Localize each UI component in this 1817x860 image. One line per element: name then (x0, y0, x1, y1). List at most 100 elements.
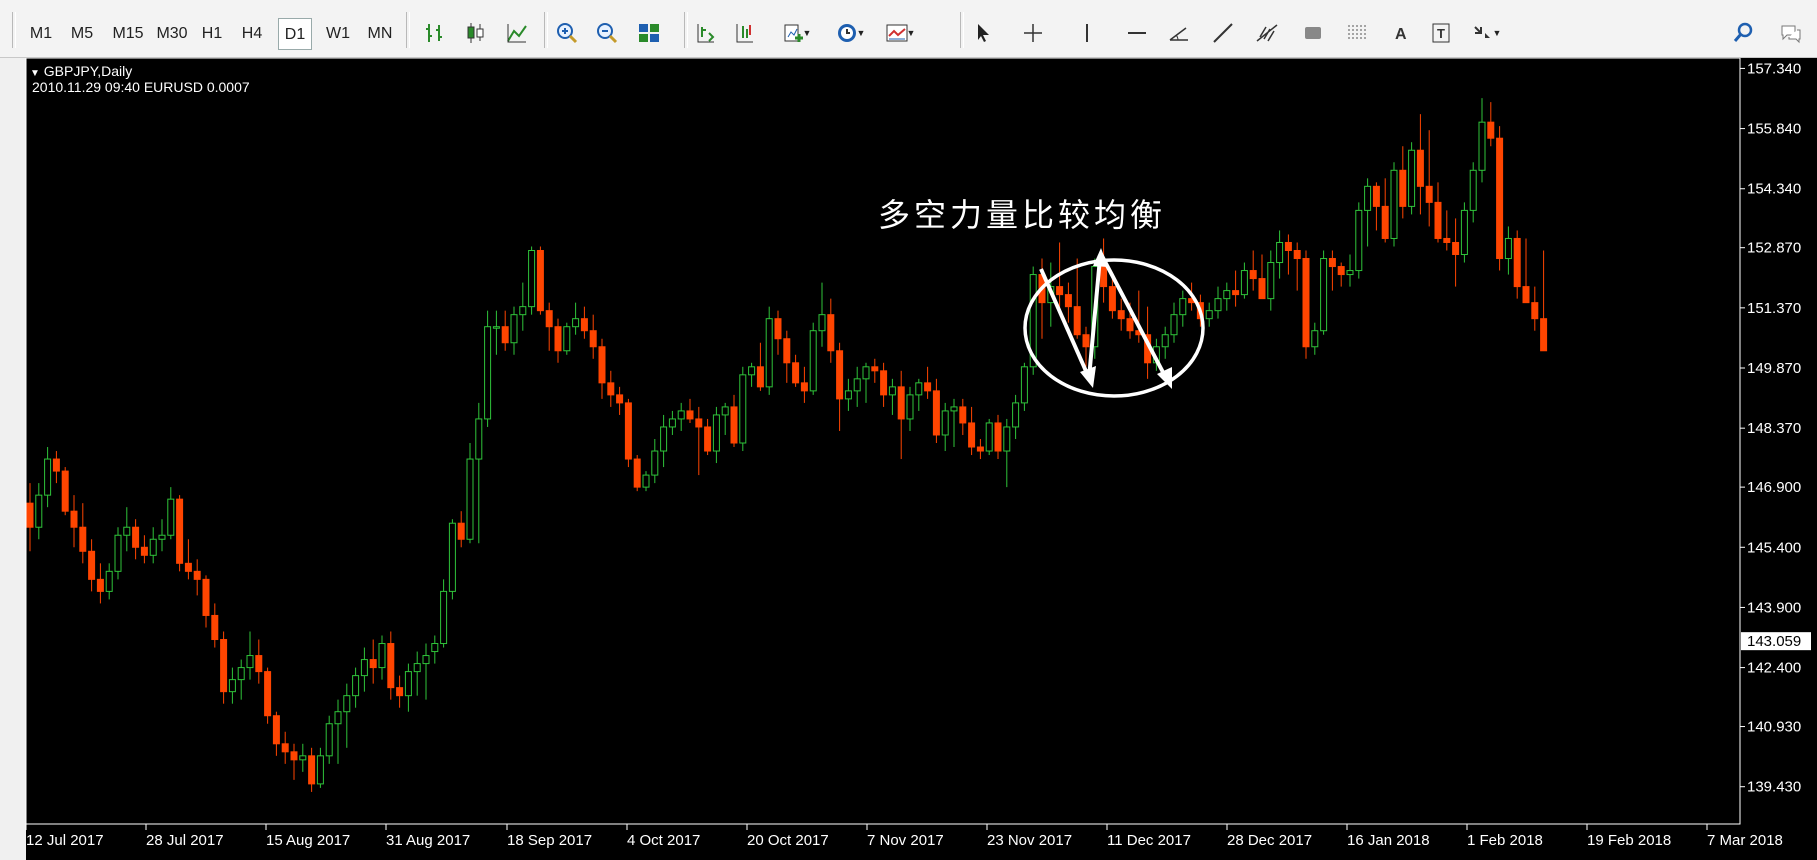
candle-bear (1496, 137, 1504, 260)
candle-bull (35, 494, 43, 528)
fibonacci-fan-icon[interactable] (1340, 16, 1374, 50)
candle-bull (1390, 169, 1398, 239)
timeframe-w1-button[interactable]: W1 (320, 18, 356, 50)
candle-bull (1478, 121, 1486, 171)
toolbar-separator (406, 12, 410, 48)
text-label-icon[interactable]: T (1424, 16, 1458, 50)
candle-bull (1469, 169, 1477, 211)
dropdown-arrow-icon[interactable]: ▼ (906, 16, 916, 50)
candle-bear (255, 655, 263, 673)
candle-bull (413, 663, 421, 673)
autoscroll-icon[interactable] (728, 16, 762, 50)
candle-bull (677, 410, 685, 420)
dropdown-arrow-icon[interactable]: ▼ (1492, 16, 1502, 50)
y-tick-label: 151.370 (1747, 300, 1801, 317)
timeframe-m1-button[interactable]: M1 (22, 18, 60, 50)
candle-bear (624, 402, 632, 460)
bar-chart-icon[interactable] (418, 16, 452, 50)
plot-background (26, 58, 1740, 824)
text-icon[interactable]: A (1384, 16, 1418, 50)
candle-bull (862, 366, 870, 380)
candle-bull (563, 326, 571, 352)
timeframe-m30-button[interactable]: M30 (150, 18, 194, 50)
candle-bull (440, 590, 448, 645)
candle-bull (334, 711, 342, 725)
candle-bull (1346, 270, 1354, 276)
candlestick-icon[interactable] (458, 16, 492, 50)
candle-bear (308, 755, 316, 785)
candle-bull (1408, 149, 1416, 207)
timeframe-d1-button[interactable]: D1 (278, 18, 312, 50)
candle-bear (932, 390, 940, 436)
timeframe-h1-button[interactable]: H1 (194, 18, 230, 50)
candle-bear (827, 314, 835, 352)
chart-area[interactable]: 157.340 155.840 154.340 152.870 151.370 149.8… (0, 58, 1817, 860)
timeframe-m15-button[interactable]: M15 (106, 18, 150, 50)
candle-bear (783, 338, 791, 364)
candle-bear (774, 318, 782, 340)
timeframe-m5-button[interactable]: M5 (63, 18, 101, 50)
y-tick-label: 146.900 (1747, 479, 1801, 496)
candle-bear (202, 578, 210, 616)
chat-icon[interactable] (1774, 16, 1808, 50)
candle-bull (985, 422, 993, 452)
candle-bear (1540, 318, 1548, 352)
x-tick-label: 31 Aug 2017 (386, 832, 470, 849)
x-tick-label: 20 Oct 2017 (747, 832, 829, 849)
cursor-icon[interactable] (966, 16, 1000, 50)
chart-symbol-label[interactable]: ▼ GBPJPY,Daily (30, 63, 132, 79)
trendline-angle-icon[interactable] (1162, 16, 1196, 50)
vertical-line-icon[interactable] (1070, 16, 1104, 50)
zoom-out-icon[interactable] (590, 16, 624, 50)
candle-bear (897, 386, 905, 420)
candle-bull (1267, 262, 1275, 300)
fibonacci-icon[interactable] (1250, 16, 1284, 50)
candle-bear (1452, 241, 1460, 256)
candle-bear (264, 671, 272, 717)
candle-bear (686, 410, 694, 420)
candle-bear (1232, 290, 1240, 296)
candle-bull (1170, 314, 1178, 336)
timeframe-mn-button[interactable]: MN (362, 18, 398, 50)
dropdown-arrow-icon[interactable]: ▼ (856, 16, 866, 50)
chart-svg[interactable]: 157.340 155.840 154.340 152.870 151.370 149.8… (0, 58, 1817, 860)
candle-bear (695, 418, 703, 428)
candle-bear (1372, 185, 1380, 207)
candle-bear (616, 394, 624, 404)
crosshair-icon[interactable] (1016, 16, 1050, 50)
candle-bear (704, 426, 712, 452)
candle-bull (1240, 270, 1248, 296)
candle-bear (976, 446, 984, 452)
candle-bull (519, 306, 527, 316)
tile-windows-icon[interactable] (632, 16, 666, 50)
candle-bull (915, 382, 923, 396)
dropdown-triangle-icon[interactable]: ▼ (30, 68, 40, 79)
dropdown-arrow-icon[interactable]: ▼ (802, 16, 812, 50)
candle-bear (52, 458, 60, 472)
chart-shift-icon[interactable] (688, 16, 722, 50)
search-icon[interactable] (1726, 16, 1760, 50)
zoom-in-icon[interactable] (550, 16, 584, 50)
candle-bull (378, 643, 386, 669)
candle-bull (721, 406, 729, 416)
trendline-icon[interactable] (1206, 16, 1240, 50)
toolbar-separator (960, 12, 964, 48)
candle-bull (642, 474, 650, 488)
candle-bull (1179, 298, 1187, 316)
candle-bear (968, 422, 976, 448)
x-tick-label: 23 Nov 2017 (987, 832, 1072, 849)
line-chart-icon[interactable] (500, 16, 534, 50)
candle-bear (220, 639, 228, 693)
candle-bull (404, 671, 412, 697)
candle-bull (431, 643, 439, 653)
candle-bear (211, 614, 219, 641)
rectangle-icon[interactable] (1296, 16, 1330, 50)
horizontal-line-icon[interactable] (1120, 16, 1154, 50)
timeframe-h4-button[interactable]: H4 (234, 18, 270, 50)
candle-bull (572, 318, 580, 328)
candle-bear (924, 382, 932, 392)
candle-bull (246, 655, 254, 669)
candle-bear (396, 687, 404, 697)
candle-bull (739, 374, 747, 444)
y-tick-label: 157.340 (1747, 60, 1801, 77)
